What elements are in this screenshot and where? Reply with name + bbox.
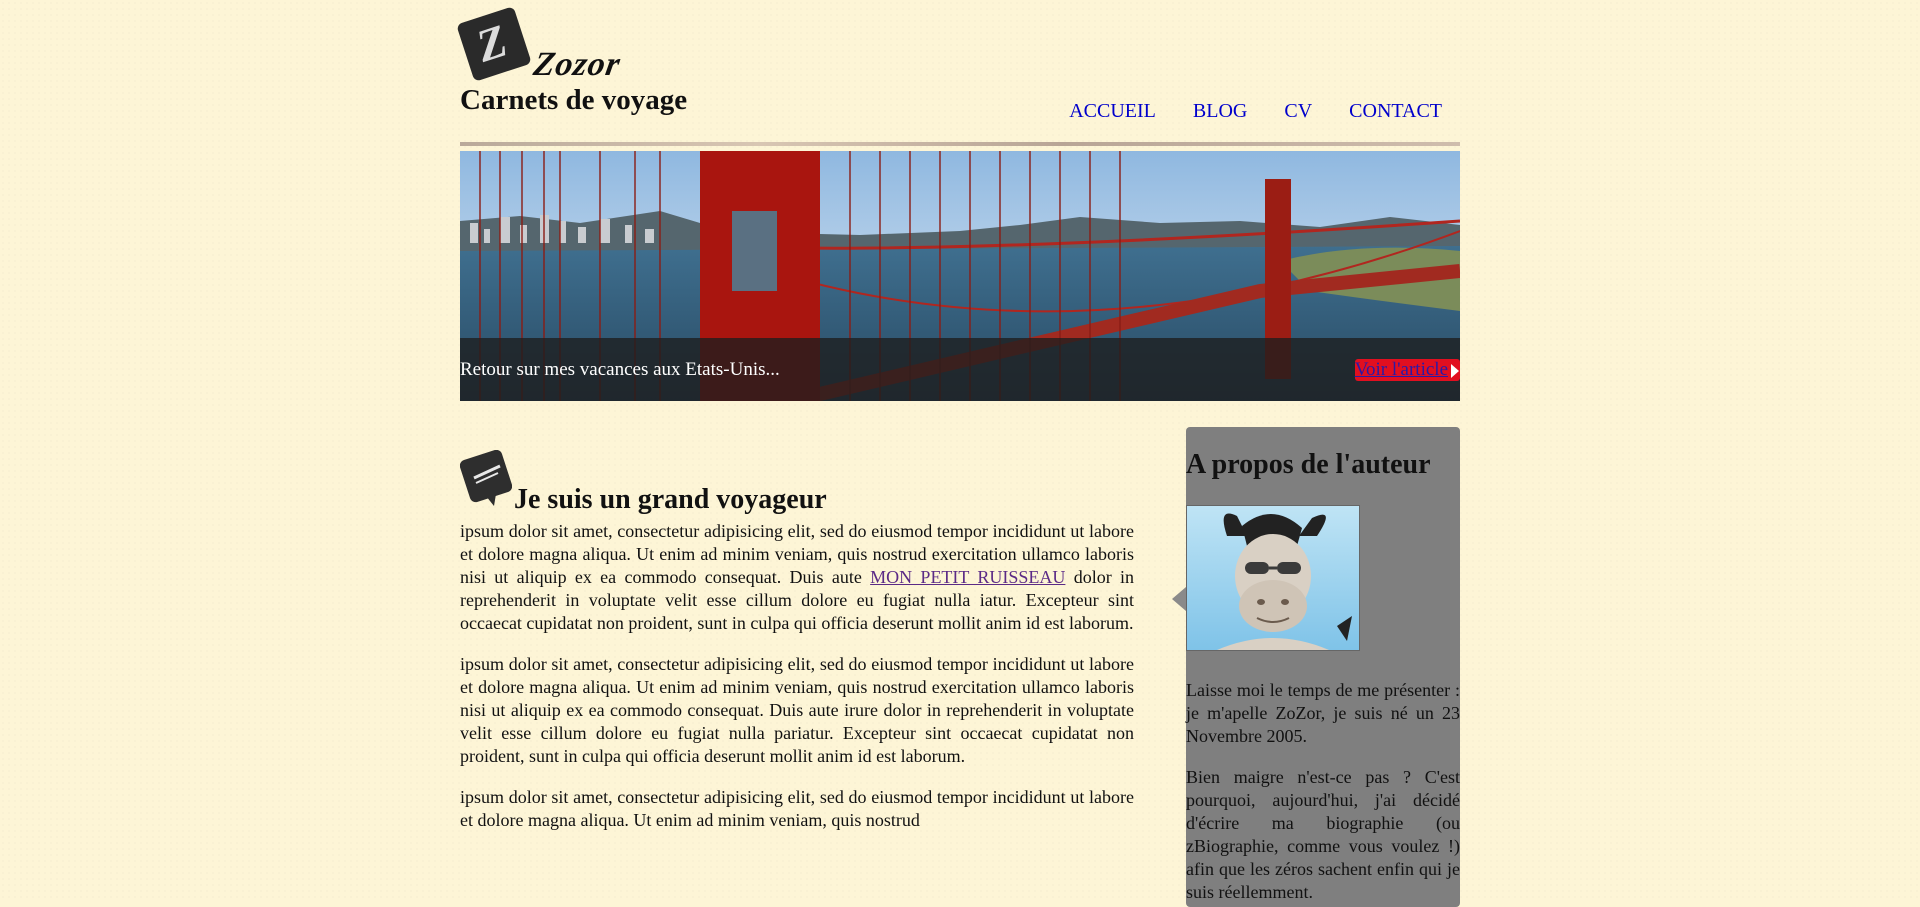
site-header: Zozor Carnets de voyage ACCUEIL BLOG CV … bbox=[456, 0, 1460, 142]
banner-caption: Retour sur mes vacances aux Etats-Unis..… bbox=[460, 359, 780, 380]
logo-text: Zozor bbox=[530, 46, 624, 83]
sidebar-paragraph: Bien maigre n'est-ce pas ? C'est pourquo… bbox=[1186, 767, 1460, 902]
zozor-donkey-image bbox=[1217, 513, 1352, 650]
author-sidebar: A propos de l'auteur Laisse moi le temps… bbox=[1172, 427, 1460, 907]
logo-mark-icon bbox=[456, 6, 532, 82]
site-subtitle: Carnets de voyage bbox=[460, 84, 688, 116]
banner: Retour sur mes vacances aux Etats-Unis..… bbox=[460, 151, 1460, 401]
sidebar-pointer bbox=[1172, 587, 1186, 611]
pen-icon bbox=[460, 450, 512, 506]
sidebar-paragraph: Laisse moi le temps de me présenter : je… bbox=[1186, 680, 1460, 746]
read-article-button[interactable]: Voir l'article bbox=[1354, 359, 1460, 381]
header-divider bbox=[460, 142, 1460, 146]
article-paragraph: ipsum dolor sit amet, consectetur adipis… bbox=[460, 654, 1134, 766]
inline-link[interactable]: MON PETIT RUISSEAU bbox=[870, 567, 1065, 587]
article-paragraph: ipsum dolor sit amet, consectetur adipis… bbox=[460, 787, 1134, 830]
main-article: Je suis un grand voyageur ipsum dolor si… bbox=[460, 450, 1134, 850]
main-nav: ACCUEIL BLOG CV CONTACT bbox=[1069, 100, 1442, 123]
author-avatar bbox=[1186, 505, 1360, 651]
article-title: Je suis un grand voyageur bbox=[514, 484, 827, 515]
sidebar-title: A propos de l'auteur bbox=[1186, 449, 1431, 480]
nav-item-cv[interactable]: CV bbox=[1284, 100, 1312, 123]
page: Zozor Carnets de voyage ACCUEIL BLOG CV … bbox=[456, 0, 1460, 907]
nav-item-accueil[interactable]: ACCUEIL bbox=[1069, 100, 1156, 123]
article-header: Je suis un grand voyageur bbox=[460, 450, 1134, 520]
article-paragraph: ipsum dolor sit amet, consectetur adipis… bbox=[460, 520, 1134, 635]
logo[interactable]: Zozor bbox=[456, 6, 630, 90]
banner-caption-bar: Retour sur mes vacances aux Etats-Unis..… bbox=[460, 338, 1460, 401]
nav-item-contact[interactable]: CONTACT bbox=[1349, 100, 1442, 123]
nav-item-blog[interactable]: BLOG bbox=[1193, 100, 1247, 123]
